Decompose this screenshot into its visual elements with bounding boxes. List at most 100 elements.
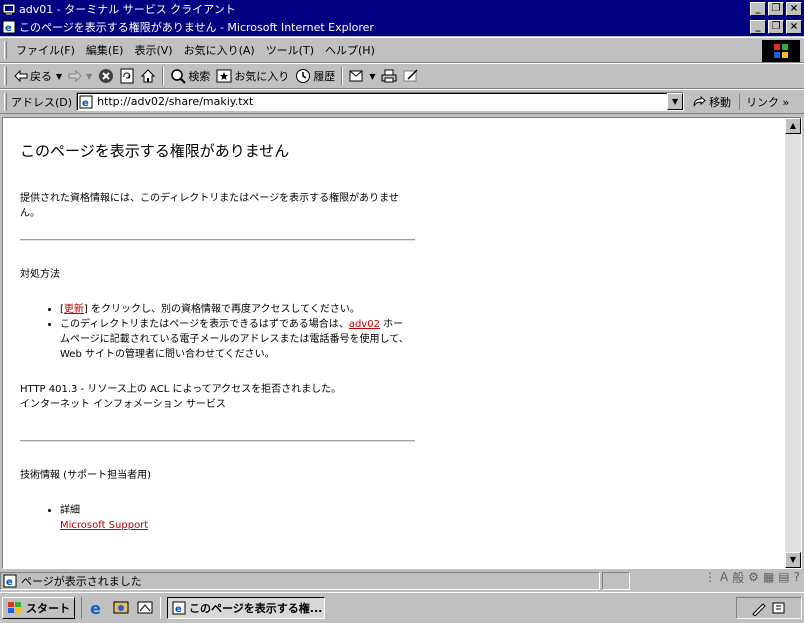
windows-flag-icon [8, 602, 21, 613]
ime-help-icon[interactable]: ? [794, 570, 800, 584]
home-icon [141, 69, 156, 83]
back-button[interactable]: 戻る ▼ [11, 68, 65, 84]
tech-title: 技術情報 (サポート担当者用) [20, 470, 151, 481]
mail-dropdown-icon[interactable]: ▼ [369, 72, 375, 81]
taskbar-ie-task[interactable]: e このページを表示する権... [167, 597, 325, 619]
error-code: HTTP 401.3 - リソース上の ACL によってアクセスを拒否されました… [20, 384, 342, 395]
terminal-icon [2, 3, 16, 15]
rdp-close-button[interactable]: × [786, 2, 802, 16]
print-button[interactable] [378, 69, 400, 83]
list-item: [更新] をクリックし、別の資格情報で再度アクセスしてください。 [60, 302, 412, 317]
language-icon[interactable] [771, 600, 787, 616]
scroll-up-button[interactable]: ▲ [785, 118, 801, 134]
address-input[interactable]: e http://adv02/share/makiy.txt ▼ [76, 92, 685, 111]
ime-tool-icon[interactable]: ⚙ [748, 570, 759, 584]
refresh-link[interactable]: 更新 [64, 304, 84, 315]
address-label: アドレス(D) [11, 95, 73, 109]
ie-title: このページを表示する権限がありません - Microsoft Internet … [19, 21, 374, 34]
svg-text:e: e [90, 599, 101, 617]
refresh-button[interactable] [117, 68, 137, 84]
forward-dropdown-icon[interactable]: ▼ [86, 72, 92, 81]
menu-bar: ファイル(F) 編集(E) 表示(V) お気に入り(A) ツール(T) ヘルプ(… [0, 37, 804, 63]
favorites-star-icon [216, 69, 232, 83]
back-dropdown-icon[interactable]: ▼ [56, 72, 62, 81]
adv02-link[interactable]: adv02 [349, 319, 380, 330]
page-icon: e [79, 95, 93, 109]
remedy-list: [更新] をクリックし、別の資格情報で再度アクセスしてください。 このディレクト… [60, 302, 785, 362]
list-item: 詳細 Microsoft Support [60, 503, 412, 533]
ime-mode-icon[interactable]: A [720, 570, 728, 584]
menu-view[interactable]: 表示(V) [129, 42, 177, 58]
pen-icon[interactable] [751, 600, 767, 616]
svg-text:e: e [6, 577, 13, 588]
desktop-quicklaunch-icon[interactable] [136, 599, 154, 617]
ime-dictionary-icon[interactable]: ▤ [778, 570, 789, 584]
error-source: インターネット インフォメーション サービス [20, 399, 226, 410]
address-grip[interactable] [4, 92, 7, 111]
page-heading: このページを表示する権限がありません [20, 142, 290, 160]
toolbar-separator [162, 67, 165, 85]
divider [20, 239, 415, 241]
ie-restore-button[interactable]: ❐ [768, 20, 784, 34]
ie-page-icon: e [2, 20, 16, 34]
links-button[interactable]: リンク » [739, 93, 789, 110]
divider [20, 440, 415, 442]
rdp-title: adv01 - ターミナル サービス クライアント [19, 3, 236, 16]
menu-favorites[interactable]: お気に入り(A) [179, 42, 260, 58]
ime-conversion-icon[interactable]: 般 [732, 569, 744, 586]
edit-icon [403, 69, 418, 82]
status-bar: e ページが表示されました [0, 571, 804, 591]
status-main-cell: e ページが表示されました [0, 572, 600, 590]
details-list: 詳細 Microsoft Support [60, 503, 785, 533]
home-button[interactable] [137, 68, 159, 84]
remedy-title: 対処方法 [20, 269, 60, 280]
windows-logo-icon [762, 40, 800, 62]
start-label: スタート [26, 602, 70, 615]
details-label: 詳細 [60, 505, 80, 516]
history-button[interactable]: 履歴 [292, 68, 338, 84]
search-icon [171, 69, 187, 84]
ie-quicklaunch-icon[interactable]: e [88, 599, 106, 617]
menu-edit[interactable]: 編集(E) [81, 42, 129, 58]
refresh-icon [120, 68, 134, 84]
microsoft-support-link[interactable]: Microsoft Support [60, 520, 148, 531]
ie-close-button[interactable]: × [786, 20, 802, 34]
printer-icon [381, 69, 397, 83]
start-button[interactable]: スタート [2, 597, 75, 619]
history-label: 履歴 [313, 70, 336, 83]
ie-titlebar[interactable]: e このページを表示する権限がありません - Microsoft Interne… [0, 18, 804, 36]
ie-task-icon: e [172, 601, 186, 615]
ime-toolbar[interactable]: ⋮ A 般 ⚙ ▦ ▤ ? [704, 565, 800, 589]
menu-tools[interactable]: ツール(T) [261, 42, 319, 58]
favorites-button[interactable]: お気に入り [213, 68, 292, 84]
ime-grip-icon: ⋮ [703, 570, 716, 584]
mail-button[interactable]: ▼ [346, 69, 378, 83]
history-icon [296, 69, 311, 83]
stop-icon [99, 69, 114, 83]
forward-arrow-icon [68, 70, 82, 82]
rdp-minimize-button[interactable]: _ [750, 2, 766, 16]
ime-pad-icon[interactable]: ▦ [763, 570, 774, 584]
mail-icon [349, 70, 363, 82]
explorer-quicklaunch-icon[interactable] [112, 599, 130, 617]
menu-file[interactable]: ファイル(F) [11, 42, 80, 58]
ie-minimize-button[interactable]: _ [750, 20, 766, 34]
address-dropdown-icon[interactable]: ▼ [667, 93, 684, 110]
forward-button[interactable]: ▼ [65, 70, 95, 82]
menu-grip[interactable] [4, 41, 7, 59]
vertical-scrollbar[interactable]: ▲ ▼ [785, 118, 801, 568]
back-arrow-icon [14, 70, 28, 82]
stop-button[interactable] [95, 68, 117, 84]
list-item: このディレクトリまたはページを表示できるはずである場合は、adv02 ホームペー… [60, 317, 412, 362]
quick-launch: e [81, 597, 161, 619]
go-button[interactable]: 移動 [692, 94, 731, 110]
search-button[interactable]: 検索 [167, 68, 213, 84]
system-tray [736, 597, 802, 619]
menu-help[interactable]: ヘルプ(H) [320, 42, 380, 58]
svg-text:e: e [82, 98, 89, 109]
edit-button[interactable] [400, 69, 422, 83]
rdp-restore-button[interactable]: ❐ [768, 2, 784, 16]
error-page: このページを表示する権限がありません 提供された資格情報には、このディレクトリま… [3, 118, 785, 568]
toolbar-grip[interactable] [4, 67, 7, 85]
rdp-titlebar[interactable]: adv01 - ターミナル サービス クライアント _ ❐ × [0, 0, 804, 18]
